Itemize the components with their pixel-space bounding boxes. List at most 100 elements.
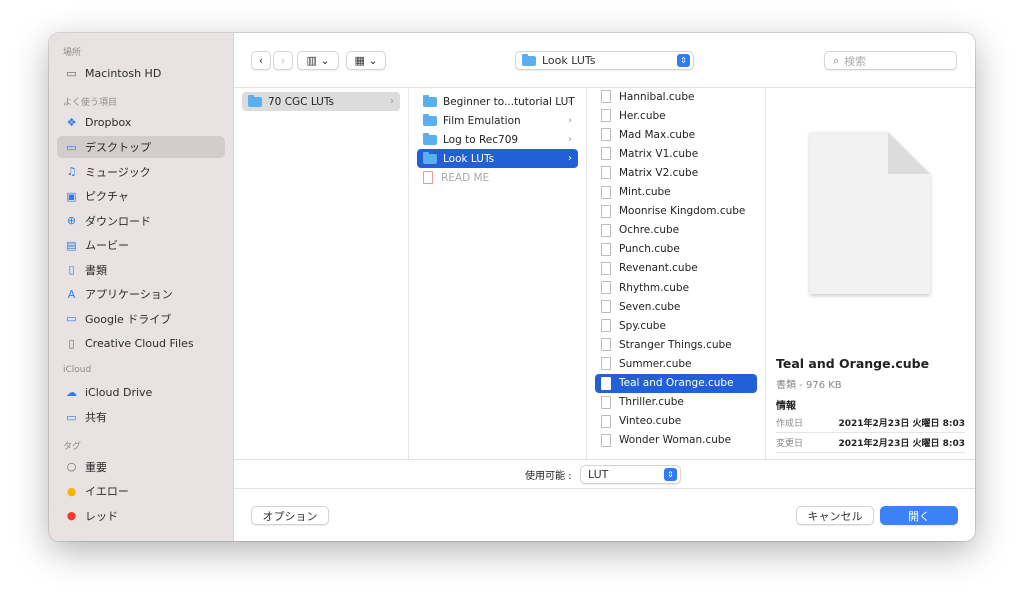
folder-item[interactable]: 70 CGC LUTs › [242,92,400,111]
sidebar-item[interactable]: ▯ Creative Cloud Files [57,332,225,354]
forward-button[interactable]: › [273,51,293,70]
modified-label: 変更日 [776,439,804,449]
sidebar-item-label: ムービー [85,239,129,252]
location-label: Look LUTs [542,54,596,67]
file-item[interactable]: Punch.cube [595,240,757,259]
options-button[interactable]: オプション [251,506,329,525]
file-item[interactable]: Matrix V2.cube [595,163,757,182]
group-button[interactable]: ▦ ⌄ [346,51,386,70]
item-label: Mint.cube [619,186,671,198]
file-item[interactable]: Hannibal.cube [595,87,757,106]
sidebar-item-label: ミュージック [85,165,151,179]
filter-bar: 使用可能 : LUT ⇕ [234,459,975,489]
sidebar-item-label: イエロー [85,485,129,498]
item-label: Film Emulation [443,114,521,127]
file-item[interactable]: Stranger Things.cube [595,335,757,354]
file-item[interactable]: Wonder Woman.cube [595,431,757,450]
file-item[interactable]: READ ME [417,168,578,187]
sidebar-item[interactable]: ▯ 書類 [57,259,225,281]
sidebar-item[interactable]: ▣ ピクチャ [57,185,225,207]
sidebar-item[interactable]: ▭ 共有 [57,406,225,428]
folder-item[interactable]: Look LUTs › [417,149,578,169]
file-item[interactable]: Revenant.cube [595,259,757,278]
file-item[interactable]: Teal and Orange.cube [595,373,757,393]
file-item[interactable]: Rhythm.cube [595,278,757,297]
file-item[interactable]: Mint.cube [595,183,757,202]
sidebar-item[interactable]: ● イエロー [57,480,225,502]
filter-label: 使用可能 : [525,471,572,482]
updown-chevron-icon: ⇕ [664,468,677,481]
item-label: Ochre.cube [619,224,680,237]
sidebar-item[interactable]: ▭ デスクトップ [57,136,225,158]
document-icon [601,166,611,180]
search-input[interactable]: ⌕ 検索 [824,51,957,70]
sidebar-item[interactable]: A アプリケーション [57,283,225,305]
file-item[interactable]: Spy.cube [595,316,757,335]
file-item[interactable]: Thriller.cube [595,393,757,412]
file-item[interactable]: Seven.cube [595,297,757,316]
column-1[interactable]: 70 CGC LUTs › [234,88,409,459]
sidebar-section-title: iCloud [63,364,92,375]
item-label: Revenant.cube [619,262,698,275]
file-type-value: LUT [588,468,609,481]
item-label: 70 CGC LUTs [268,95,334,108]
sidebar-item[interactable]: ▭ Google ドライブ [57,308,225,330]
sidebar-item[interactable]: ○ 重要 [57,456,225,478]
tag-yellow-icon: ● [66,484,77,498]
item-label: Rhythm.cube [619,281,690,294]
folder-icon: ▭ [66,312,77,325]
item-label: Seven.cube [619,300,681,313]
cancel-button[interactable]: キャンセル [796,506,874,525]
back-button[interactable]: ‹ [251,51,271,70]
sidebar-item[interactable]: ● レッド [57,505,225,527]
item-label: Punch.cube [619,243,680,256]
file-item[interactable]: Vinteo.cube [595,412,757,431]
document-icon [601,300,611,314]
location-popup[interactable]: Look LUTs ⇕ [515,51,694,70]
dropbox-icon: ❖ [66,116,77,129]
sidebar-section-title: よく使う項目 [63,97,118,108]
folder-item[interactable]: Beginner to...tutorial LUT › [417,92,578,111]
view-mode-button[interactable]: ▥ ⌄ [297,51,339,70]
document-icon [601,204,611,218]
modified-value: 2021年2月23日 火曜日 8:03 [838,439,966,449]
file-item[interactable]: Summer.cube [595,354,757,373]
document-thumbnail-icon [806,128,934,298]
chevron-right-icon: › [568,134,572,146]
file-type-select[interactable]: LUT ⇕ [580,465,681,484]
sidebar-item-label: レッド [85,509,118,523]
sidebar-item[interactable]: ▭ Macintosh HD [57,62,225,84]
sidebar-item-label: Creative Cloud Files [85,336,194,350]
tag-red-icon: ● [66,509,77,522]
sidebar-item[interactable]: ♫ ミュージック [57,161,225,183]
file-item[interactable]: Matrix V1.cube [595,144,757,163]
file-item[interactable]: Her.cube [595,106,757,125]
chevron-right-icon: › [568,115,572,127]
document-icon [601,109,611,123]
sidebar-item[interactable]: ❖ Dropbox [57,112,225,134]
item-label: Beginner to...tutorial LUT [443,95,575,108]
file-item[interactable]: Moonrise Kingdom.cube [595,202,757,221]
sidebar-item[interactable]: ▤ ムービー [57,234,225,256]
item-label: Hannibal.cube [619,90,695,103]
document-icon [601,414,611,428]
folder-item[interactable]: Log to Rec709 › [417,130,578,149]
file-item[interactable]: Ochre.cube [595,221,757,240]
column-2[interactable]: Beginner to...tutorial LUT › Film Emulatio… [409,88,587,459]
chevron-right-icon: › [568,96,572,107]
created-label: 作成日 [776,419,804,429]
folder-item[interactable]: Film Emulation › [417,111,578,130]
chevron-right-icon: › [390,96,394,107]
applications-icon: A [67,287,76,301]
open-file-dialog: 場所 ▭ Macintosh HD よく使う項目 ❖ Dropbox ▭ デスクトップ ♫ ミュー… [49,33,975,541]
document-icon [601,223,611,237]
column-3[interactable]: Hannibal.cube Her.cube Mad Max.cube Matrix … [587,88,766,459]
sidebar-item[interactable]: ⊕ ダウンロード [57,210,225,232]
toolbar: ‹ › ▥ ⌄ ▦ ⌄ Look LUTs ⇕ ⌕ 検索 [234,33,975,88]
sidebar-item[interactable]: ☁ iCloud Drive [57,382,225,404]
file-item[interactable]: Mad Max.cube [595,125,757,144]
search-icon: ⌕ [833,53,840,67]
sidebar-section-title: タグ [63,441,82,452]
open-button[interactable]: 開く [880,506,958,525]
folder-icon [522,53,536,66]
